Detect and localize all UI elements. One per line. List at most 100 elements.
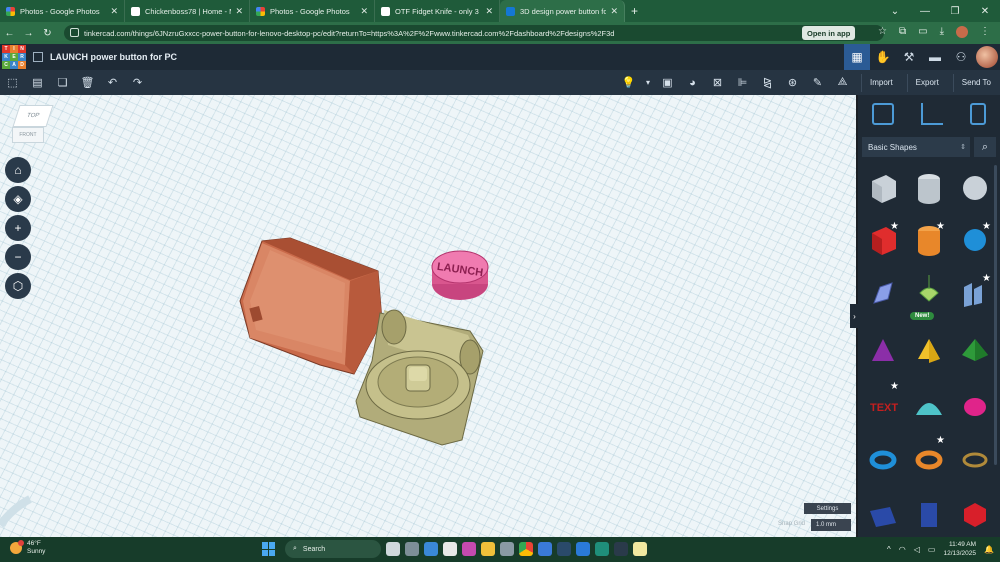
weather-widget[interactable]: 46°F Sunny xyxy=(10,540,45,556)
copilot-app-icon[interactable] xyxy=(462,542,476,556)
download-icon[interactable]: ⤓ xyxy=(940,26,944,38)
paste-icon[interactable]: ▤ xyxy=(25,70,50,95)
mirror-icon[interactable]: ⧎ xyxy=(755,70,780,95)
export-button[interactable]: Export xyxy=(906,73,947,92)
extensions-icon[interactable]: ⧉ xyxy=(899,26,906,38)
ring-shape[interactable] xyxy=(958,443,992,477)
browser-tab[interactable]: OTF Fidget Knife - only 3 Parts ! ✕ xyxy=(375,0,500,22)
tube-shape[interactable] xyxy=(912,443,946,477)
ruler-icon[interactable]: ⟁ xyxy=(830,70,855,95)
paraboloid-shape[interactable] xyxy=(958,389,992,423)
cone-new-shape[interactable] xyxy=(912,273,946,307)
import-button[interactable]: Import xyxy=(861,73,901,92)
browser-tab[interactable]: Photos - Google Photos ✕ xyxy=(0,0,125,22)
orange-case-box[interactable] xyxy=(239,237,383,375)
profile-avatar[interactable] xyxy=(956,26,968,38)
site-info-icon[interactable] xyxy=(70,28,79,37)
bookmark-star-icon[interactable]: ☆ xyxy=(878,26,887,38)
torus-shape[interactable] xyxy=(866,443,900,477)
text-red-shape[interactable]: TEXT xyxy=(866,389,900,423)
duplicate-icon[interactable]: ❏ xyxy=(50,70,75,95)
browser-tab[interactable]: Photos - Google Photos ✕ xyxy=(250,0,375,22)
send-to-button[interactable]: Send To xyxy=(952,73,999,92)
icosahedron-shape[interactable] xyxy=(958,497,992,531)
panel-scrollbar[interactable] xyxy=(994,165,997,465)
notes-icon[interactable]: ✎ xyxy=(805,70,830,95)
scribble-shape[interactable] xyxy=(866,277,900,311)
mail-app-icon[interactable] xyxy=(424,542,438,556)
notifications-bell-icon[interactable]: 🔔 xyxy=(984,545,994,554)
store-app-icon[interactable] xyxy=(443,542,457,556)
align-icon[interactable]: ⊫ xyxy=(730,70,755,95)
cylinder-hole-shape[interactable] xyxy=(912,171,946,205)
wifi-icon[interactable]: ◠ xyxy=(899,545,906,554)
open-in-app-button[interactable]: Open in app xyxy=(802,26,856,40)
lessons-briefcase-icon[interactable]: ▬ xyxy=(922,44,948,70)
close-window-icon[interactable]: ✕ xyxy=(970,0,1000,22)
3d-view-grid-icon[interactable]: ▦ xyxy=(844,44,870,70)
windows-start-icon[interactable] xyxy=(262,542,276,556)
close-tab-icon[interactable]: ✕ xyxy=(610,6,618,17)
minimize-icon[interactable]: — xyxy=(910,0,940,22)
design-title[interactable]: LAUNCH power button for PC xyxy=(50,52,177,62)
polygon-shape[interactable] xyxy=(912,497,946,531)
photos-app-icon[interactable] xyxy=(538,542,552,556)
browser-tab-active[interactable]: 3D design power button for lenovo ✕ xyxy=(500,0,625,22)
close-tab-icon[interactable]: ✕ xyxy=(110,6,118,17)
battery-icon[interactable]: ▭ xyxy=(928,545,936,554)
workplane-canvas[interactable]: TOP FRONT ⌂ ◈ + − ⬡ LAUNCH Settings Snap… xyxy=(0,95,856,537)
vscode-app-icon[interactable] xyxy=(576,542,590,556)
clock[interactable]: 11:49 AM 12/13/2025 xyxy=(943,540,976,558)
settings-button[interactable]: Settings xyxy=(804,503,851,514)
wedge-shape[interactable] xyxy=(866,497,900,531)
reload-icon[interactable]: ↻ xyxy=(38,28,57,39)
dropdown-caret-icon[interactable]: ▾ xyxy=(641,70,655,95)
maximize-icon[interactable]: ❐ xyxy=(940,0,970,22)
snap-grid-select[interactable]: 1.0 mm xyxy=(811,519,851,531)
sim-lab-hand-icon[interactable]: ✋ xyxy=(870,44,896,70)
close-tab-icon[interactable]: ✕ xyxy=(235,6,243,17)
file-explorer-icon[interactable] xyxy=(481,542,495,556)
close-tab-icon[interactable]: ✕ xyxy=(485,6,493,17)
browser-menu-icon[interactable]: ⋮ xyxy=(980,26,990,38)
cone-shape[interactable] xyxy=(866,333,900,367)
undo-icon[interactable]: ↶ xyxy=(100,70,125,95)
designs-list-icon[interactable] xyxy=(33,52,43,62)
cruise-icon[interactable]: ⊛ xyxy=(780,70,805,95)
group-icon[interactable]: ▣ xyxy=(655,70,680,95)
steam-app-icon[interactable] xyxy=(557,542,571,556)
notes-app-icon[interactable] xyxy=(633,542,647,556)
terminal-app-icon[interactable] xyxy=(614,542,628,556)
volume-icon[interactable]: ◁ xyxy=(914,545,920,554)
redo-icon[interactable]: ↷ xyxy=(125,70,150,95)
url-field[interactable]: tinkercad.com/things/6JNzruGxxcc-power-b… xyxy=(64,25,884,41)
back-icon[interactable]: ← xyxy=(0,28,19,39)
pink-launch-button[interactable]: LAUNCH xyxy=(431,250,489,300)
box-hole-shape[interactable] xyxy=(866,171,900,205)
close-tab-icon[interactable]: ✕ xyxy=(360,6,368,17)
ruler-tab-icon[interactable] xyxy=(920,103,943,125)
user-avatar[interactable] xyxy=(976,46,998,68)
task-view-icon[interactable] xyxy=(386,542,400,556)
sphere-hole-shape[interactable] xyxy=(958,171,992,205)
lightbulb-icon[interactable]: 💡 xyxy=(616,70,641,95)
delete-icon[interactable]: 🗑 xyxy=(75,70,100,95)
settings-app-icon[interactable] xyxy=(500,542,514,556)
chrome-app-icon[interactable] xyxy=(519,542,533,556)
half-sphere-shape[interactable] xyxy=(912,389,946,423)
sidebar-icon[interactable]: ▭ xyxy=(918,26,927,38)
add-user-icon[interactable]: ⚇ xyxy=(948,44,974,70)
pyramid-shape[interactable] xyxy=(958,333,992,367)
camera-app-icon[interactable] xyxy=(405,542,419,556)
new-tab-button[interactable]: + xyxy=(631,4,638,18)
shape-category-select[interactable]: Basic Shapes ⇕ xyxy=(862,137,970,157)
browser-tab[interactable]: Chickenboss78 | Home - Maker ✕ xyxy=(125,0,250,22)
search-shapes-icon[interactable]: ⌕ xyxy=(974,137,996,157)
arduino-app-icon[interactable] xyxy=(595,542,609,556)
forward-icon[interactable]: → xyxy=(19,28,38,39)
roof-shape[interactable] xyxy=(912,333,946,367)
tab-search-icon[interactable]: ⌄ xyxy=(880,0,910,22)
codeblocks-icon[interactable]: ⚒ xyxy=(896,44,922,70)
taskbar-search[interactable]: ⌕ Search xyxy=(285,540,381,558)
solid-hole-icon[interactable]: ◕ xyxy=(680,70,705,95)
